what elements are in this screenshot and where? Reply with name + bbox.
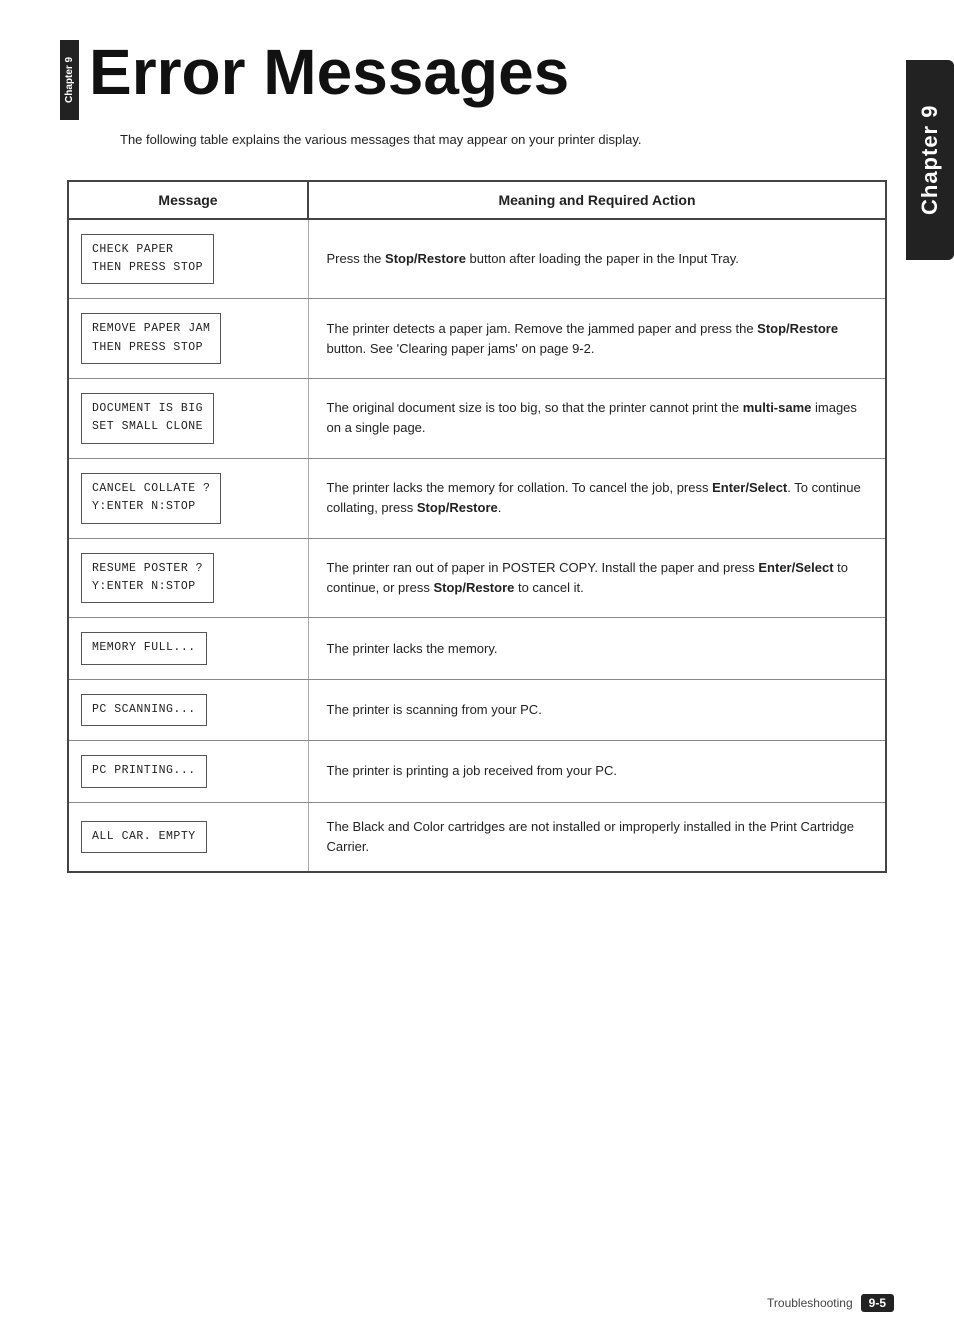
meaning-cell: Press the Stop/Restore button after load… [308,219,886,299]
footer-page: 9-5 [861,1294,894,1312]
message-cell: PC SCANNING... [68,679,308,740]
message-box: MEMORY FULL... [81,632,207,664]
meaning-cell: The printer is printing a job received f… [308,741,886,802]
table-row: RESUME POSTER ? Y:ENTER N:STOP The printe… [68,538,886,618]
meaning-cell: The printer is scanning from your PC. [308,679,886,740]
message-cell: PC PRINTING... [68,741,308,802]
meaning-cell: The original document size is too big, s… [308,379,886,459]
side-tab-label: Chapter 9 [917,105,943,215]
meaning-cell: The printer lacks the memory for collati… [308,458,886,538]
table-row: MEMORY FULL... The printer lacks the memo… [68,618,886,679]
message-cell: RESUME POSTER ? Y:ENTER N:STOP [68,538,308,618]
side-tab: Chapter 9 [906,60,954,260]
message-box: ALL CAR. EMPTY [81,821,207,853]
chapter-title-large: Error Messages [89,40,569,104]
message-box: RESUME POSTER ? Y:ENTER N:STOP [81,553,214,604]
table-row: DOCUMENT IS BIG SET SMALL CLONE The origi… [68,379,886,459]
message-cell: DOCUMENT IS BIG SET SMALL CLONE [68,379,308,459]
chapter-box-label: Chapter 9 [64,57,75,103]
table-row: CHECK PAPER THEN PRESS STOP Press the Sto… [68,219,886,299]
page: Chapter 9 Chapter 9 Error Messages The f… [0,0,954,1342]
message-box: DOCUMENT IS BIG SET SMALL CLONE [81,393,214,444]
error-table: Message Meaning and Required Action CHEC… [67,180,887,873]
meaning-cell: The Black and Color cartridges are not i… [308,802,886,872]
chapter-box: Chapter 9 [60,40,79,120]
message-box: CHECK PAPER THEN PRESS STOP [81,234,214,285]
table-row: ALL CAR. EMPTY The Black and Color cartri… [68,802,886,872]
message-cell: MEMORY FULL... [68,618,308,679]
table-row: CANCEL COLLATE ? Y:ENTER N:STOP The print… [68,458,886,538]
message-box: PC PRINTING... [81,755,207,787]
message-cell: REMOVE PAPER JAM THEN PRESS STOP [68,299,308,379]
table-row: PC SCANNING... The printer is scanning fr… [68,679,886,740]
meaning-cell: The printer lacks the memory. [308,618,886,679]
message-box: PC SCANNING... [81,694,207,726]
meaning-cell: The printer ran out of paper in POSTER C… [308,538,886,618]
footer-label: Troubleshooting [767,1296,853,1310]
message-cell: CHECK PAPER THEN PRESS STOP [68,219,308,299]
col-meaning-header: Meaning and Required Action [308,181,886,219]
chapter-intro: The following table explains the various… [120,130,894,150]
footer: Troubleshooting 9-5 [767,1294,894,1312]
message-cell: ALL CAR. EMPTY [68,802,308,872]
chapter-header: Chapter 9 Error Messages [60,40,894,120]
col-message-header: Message [68,181,308,219]
table-row: REMOVE PAPER JAM THEN PRESS STOP The prin… [68,299,886,379]
meaning-cell: The printer detects a paper jam. Remove … [308,299,886,379]
message-box: CANCEL COLLATE ? Y:ENTER N:STOP [81,473,221,524]
message-box: REMOVE PAPER JAM THEN PRESS STOP [81,313,221,364]
message-cell: CANCEL COLLATE ? Y:ENTER N:STOP [68,458,308,538]
table-row: PC PRINTING... The printer is printing a … [68,741,886,802]
